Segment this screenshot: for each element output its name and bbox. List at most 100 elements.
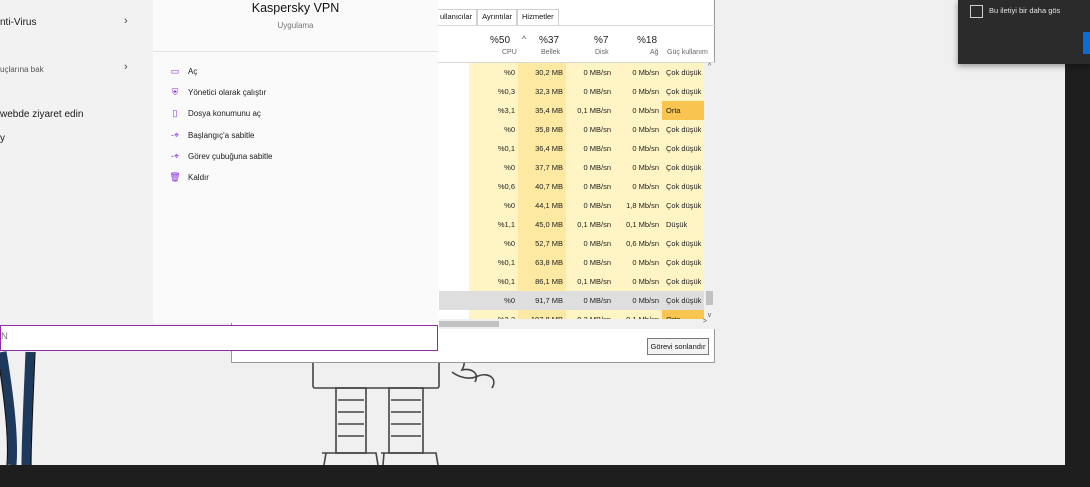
row-background [439, 158, 469, 177]
disk-cell: 0 MB/sn [566, 158, 614, 177]
row-background [439, 82, 469, 101]
cpu-cell: %0 [469, 196, 518, 215]
power-cell: Orta [662, 101, 704, 120]
tab-services[interactable]: Hizmetler [516, 9, 559, 25]
screen: Bu iletiyi bir daha gös ullanıcılar Ayrı… [0, 0, 1090, 487]
network-cell: 0 Mb/sn [614, 82, 662, 101]
memory-cell: 40,7 MB [518, 177, 566, 196]
disk-header-percent[interactable]: %7 [594, 35, 608, 46]
disk-cell: 0 MB/sn [566, 196, 614, 215]
action-run-as-admin-label: Yönetici olarak çalıştır [188, 87, 267, 97]
network-cell: 0 Mb/sn [614, 291, 662, 310]
power-cell: Çok düşük [662, 253, 704, 272]
cpu-header-percent[interactable]: %50 [490, 35, 510, 46]
memory-cell: 35,8 MB [518, 120, 566, 139]
cpu-cell: %0 [469, 120, 518, 139]
memory-cell: 45,0 MB [518, 215, 566, 234]
cpu-cell: %3,1 [469, 101, 518, 120]
scroll-thumb[interactable] [706, 291, 713, 305]
memory-cell: 30,2 MB [518, 63, 566, 82]
action-uninstall-label: Kaldır [188, 172, 209, 182]
memory-cell: 91,7 MB [518, 291, 566, 310]
disk-cell: 0 MB/sn [566, 291, 614, 310]
vertical-scrollbar[interactable]: ^ v [704, 63, 715, 319]
dont-show-again-checkbox[interactable] [970, 5, 983, 18]
cpu-cell: %0,3 [469, 82, 518, 101]
action-pin-to-start-label: Başlangıç'a sabitle [188, 130, 255, 140]
power-header-label[interactable]: Güç kullanım [667, 49, 708, 56]
tab-details[interactable]: Ayrıntılar [477, 9, 517, 25]
row-background [439, 120, 469, 139]
action-uninstall[interactable]: 🗑︎ Kaldır [168, 169, 209, 185]
power-cell: Çok düşük [662, 291, 704, 310]
list-item-visit-web[interactable]: webde ziyaret edin [0, 109, 83, 120]
notification-popup: Bu iletiyi bir daha gös [958, 0, 1090, 64]
hscroll-thumb[interactable] [439, 321, 499, 327]
cpu-header-label[interactable]: CPU [502, 49, 517, 56]
network-cell: 0,6 Mb/sn [614, 234, 662, 253]
sort-caret-icon: ^ [522, 34, 527, 44]
row-background [439, 234, 469, 253]
disk-cell: 0,1 MB/sn [566, 272, 614, 291]
memory-cell: 86,1 MB [518, 272, 566, 291]
open-icon: ▭ [170, 65, 180, 76]
network-cell: 1,8 Mb/sn [614, 196, 662, 215]
list-item-view-results[interactable]: uçlarına bak [0, 65, 44, 74]
cpu-cell: %0,1 [469, 253, 518, 272]
app-title: Kaspersky VPN [251, 1, 340, 15]
power-cell: Düşük [662, 215, 704, 234]
power-cell: Çok düşük [662, 139, 704, 158]
cpu-cell: %0 [469, 234, 518, 253]
power-cell: Çok düşük [662, 63, 704, 82]
row-background [439, 291, 469, 310]
memory-cell: 63,8 MB [518, 253, 566, 272]
screen-edge [1065, 0, 1090, 487]
disk-cell: 0 MB/sn [566, 234, 614, 253]
file-location-icon: ▯ [172, 107, 178, 118]
dont-show-again-label: Bu iletiyi bir daha gös [989, 6, 1061, 15]
chevron-right-icon[interactable]: › [124, 15, 128, 27]
network-cell: 0,1 Mb/sn [614, 215, 662, 234]
network-header-percent[interactable]: %18 [637, 35, 657, 46]
memory-cell: 32,3 MB [518, 82, 566, 101]
memory-cell: 37,7 MB [518, 158, 566, 177]
search-input[interactable]: N [0, 325, 438, 351]
pin-start-icon: -⌖ [170, 129, 180, 140]
memory-cell: 44,1 MB [518, 196, 566, 215]
cpu-cell: %0,1 [469, 139, 518, 158]
memory-header-label[interactable]: Bellek [541, 49, 560, 56]
network-cell: 0 Mb/sn [614, 158, 662, 177]
row-background [439, 101, 469, 120]
end-task-button[interactable]: Görevi sonlandır [647, 338, 709, 355]
row-background [439, 63, 469, 82]
scroll-right-icon[interactable]: > [703, 318, 707, 325]
action-pin-to-taskbar[interactable]: -⌖ Görev çubuğuna sabitle [168, 148, 273, 164]
network-cell: 0 Mb/sn [614, 120, 662, 139]
cpu-cell: %0 [469, 291, 518, 310]
list-item-truncated[interactable]: y [0, 133, 5, 144]
chevron-right-icon[interactable]: › [124, 61, 128, 73]
row-background [439, 253, 469, 272]
scroll-up-icon[interactable]: ^ [704, 63, 715, 70]
notification-button[interactable] [1083, 32, 1090, 54]
start-menu-list: nti-Virus › uçlarına bak › webde ziyaret… [0, 0, 153, 323]
action-open-file-location[interactable]: ▯ Dosya konumunu aç [168, 105, 261, 121]
app-subtitle: Uygulama [277, 21, 314, 30]
action-pin-to-start[interactable]: -⌖ Başlangıç'a sabitle [168, 127, 255, 143]
cpu-cell: %0,6 [469, 177, 518, 196]
uninstall-icon: 🗑︎ [169, 171, 181, 182]
memory-header-percent[interactable]: %37 [539, 35, 559, 46]
list-item-antivirus[interactable]: nti-Virus [0, 17, 37, 28]
power-cell: Çok düşük [662, 196, 704, 215]
action-pin-to-taskbar-label: Görev çubuğuna sabitle [188, 151, 273, 161]
action-run-as-admin[interactable]: ⛨ Yönetici olarak çalıştır [168, 84, 267, 100]
horizontal-scrollbar[interactable]: > [439, 318, 715, 329]
network-cell: 0 Mb/sn [614, 253, 662, 272]
power-cell: Çok düşük [662, 272, 704, 291]
network-header-label[interactable]: Ağ [650, 49, 659, 56]
disk-cell: 0 MB/sn [566, 253, 614, 272]
action-open[interactable]: ▭ Aç [168, 63, 198, 79]
disk-cell: 0 MB/sn [566, 82, 614, 101]
power-cell: Çok düşük [662, 177, 704, 196]
disk-header-label[interactable]: Disk [595, 49, 609, 56]
